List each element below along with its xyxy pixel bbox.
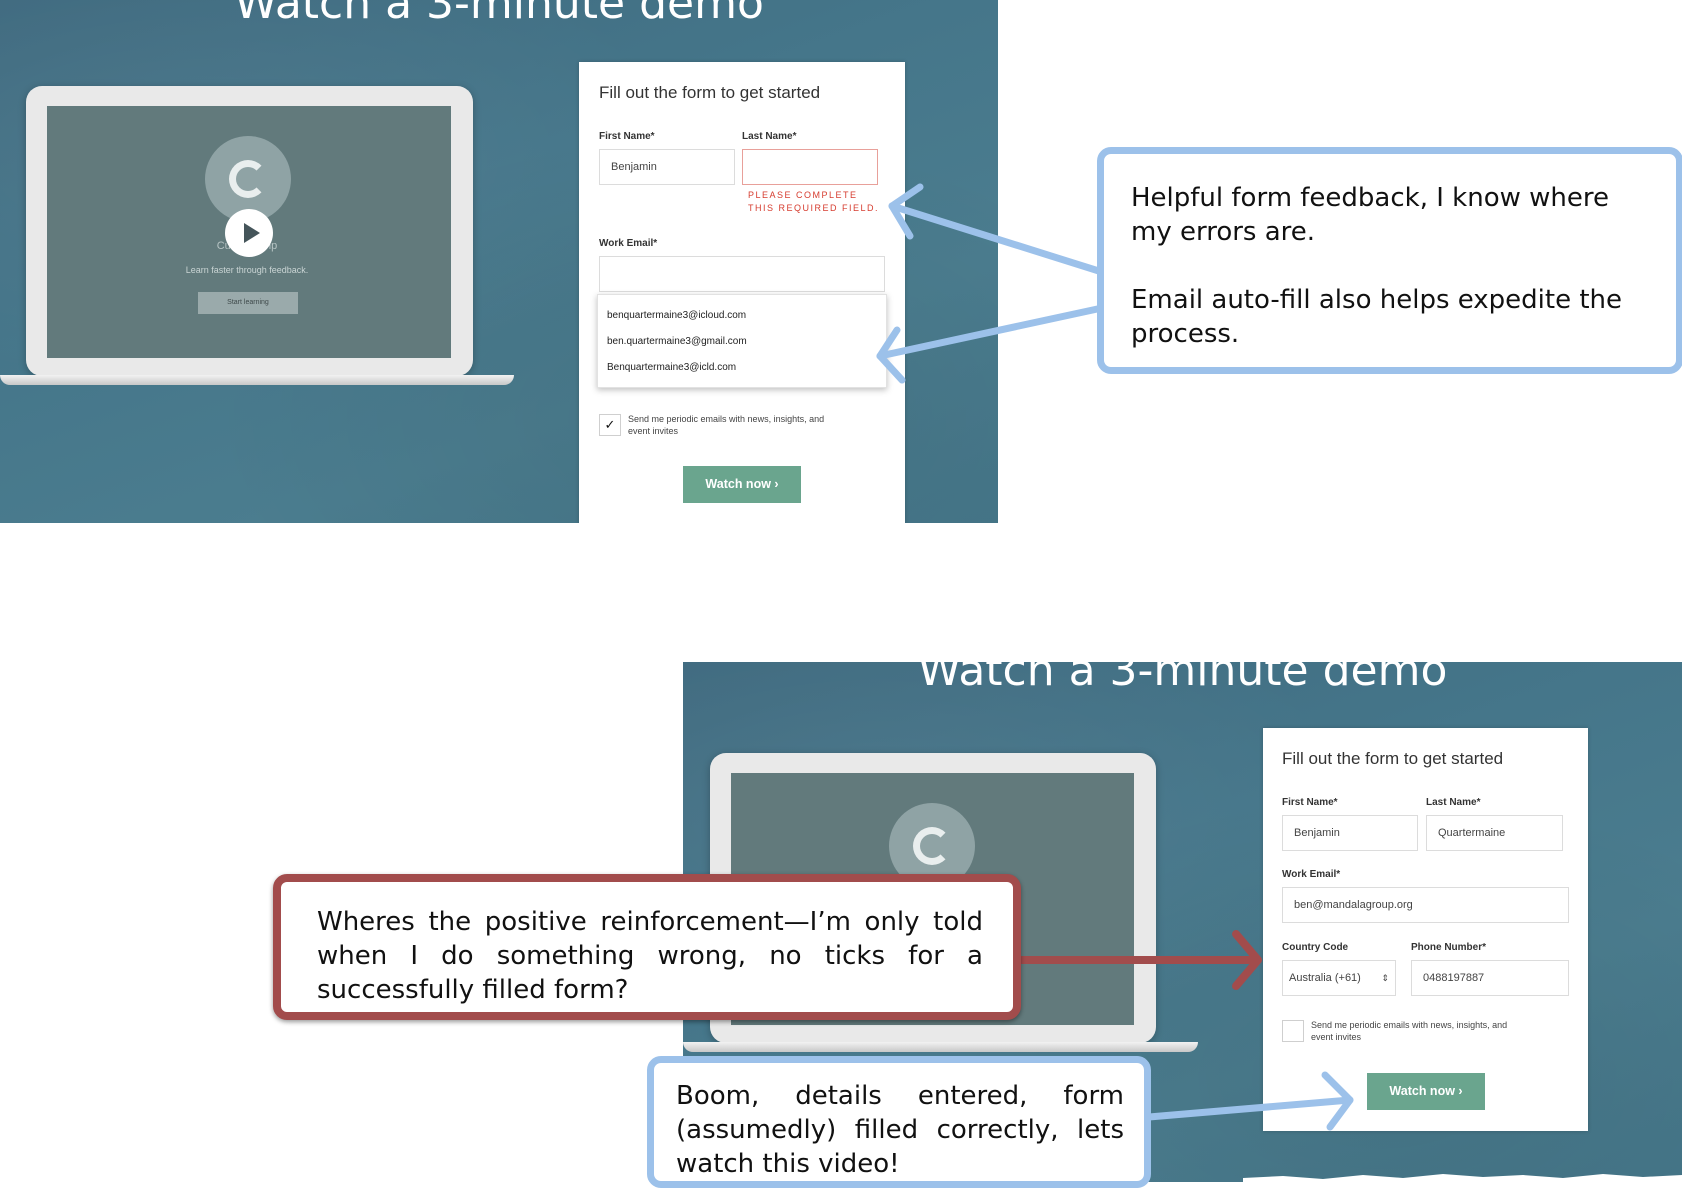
reinforcement-callout: Wheres the positive reinforcement—I’m on…	[273, 874, 1021, 1020]
success-callout-text: Boom, details entered, form (assumedly) …	[676, 1081, 1124, 1179]
feedback-callout: Helpful form feedback, I know where my e…	[1097, 147, 1682, 374]
feedback-callout-line1: Helpful form feedback, I know where my e…	[1131, 183, 1610, 247]
reinforcement-callout-text: Wheres the positive reinforcement—I’m on…	[317, 907, 983, 1005]
success-callout: Boom, details entered, form (assumedly) …	[647, 1056, 1151, 1188]
feedback-callout-line2: Email auto-fill also helps expedite the …	[1131, 285, 1623, 349]
